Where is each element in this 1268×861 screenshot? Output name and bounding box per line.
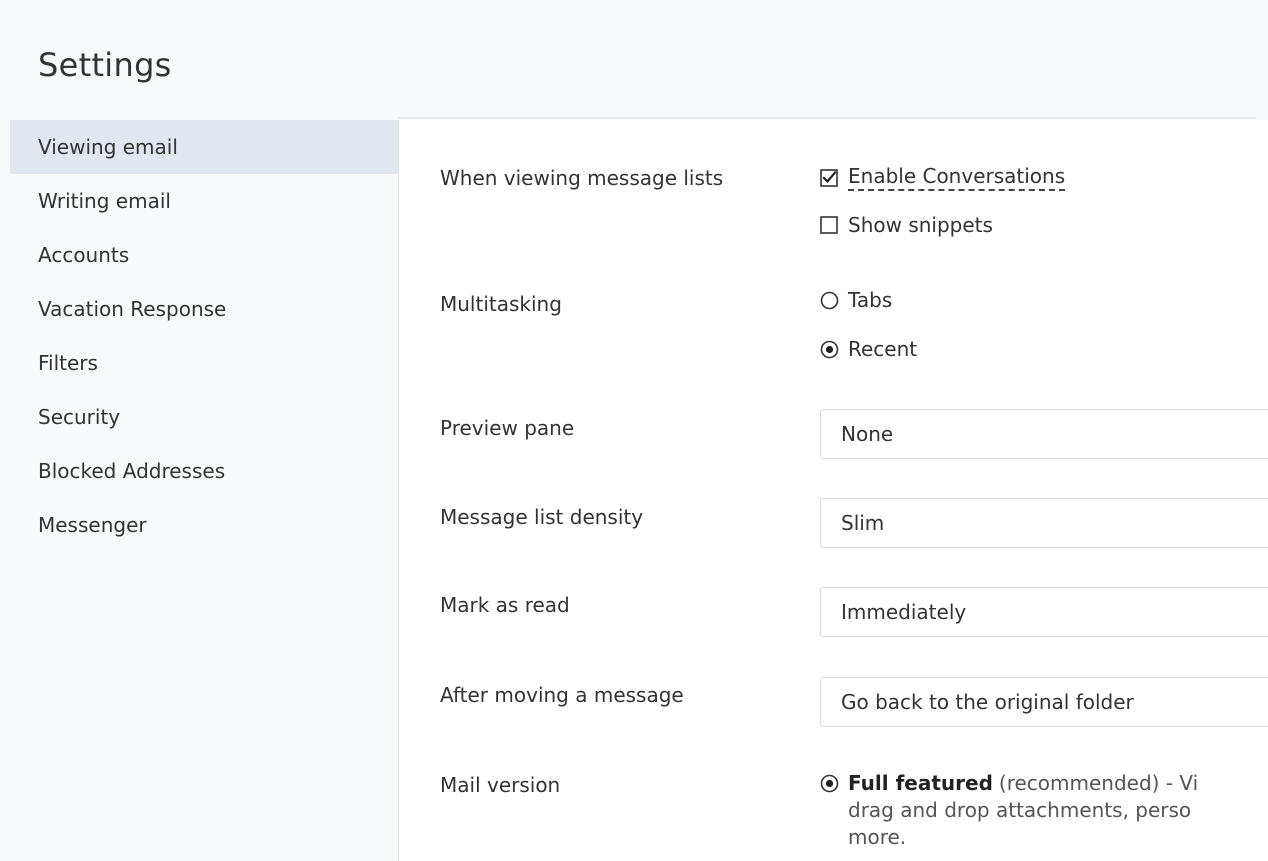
- after-moving-label: After moving a message: [440, 683, 684, 707]
- full-featured-description-line3: more.: [848, 825, 907, 849]
- sidebar-item-viewing-email[interactable]: Viewing email: [10, 120, 398, 174]
- full-featured-radio[interactable]: Full featured (recommended) - Vi: [820, 770, 1268, 797]
- settings-header: [0, 0, 1268, 120]
- checkbox-empty-icon: [820, 216, 838, 234]
- settings-content: When viewing message lists Enable Conver…: [399, 120, 1268, 861]
- full-featured-description-line2: drag and drop attachments, perso: [848, 798, 1192, 822]
- mail-version-label: Mail version: [440, 773, 561, 797]
- radio-selected-icon: [820, 774, 839, 793]
- radio-selected-icon: [820, 340, 839, 359]
- sidebar-item-security[interactable]: Security: [10, 390, 398, 444]
- sidebar-item-messenger[interactable]: Messenger: [10, 498, 398, 552]
- density-label: Message list density: [440, 505, 644, 529]
- show-snippets-checkbox[interactable]: Show snippets: [820, 213, 993, 237]
- mark-as-read-label: Mark as read: [440, 593, 570, 617]
- sidebar-item-filters[interactable]: Filters: [10, 336, 398, 390]
- sidebar-item-vacation-response[interactable]: Vacation Response: [10, 282, 398, 336]
- mark-as-read-select[interactable]: Immediately: [820, 587, 1268, 637]
- tabs-radio[interactable]: Tabs: [820, 288, 892, 312]
- preview-pane-select[interactable]: None: [820, 409, 1268, 459]
- page-title: Settings: [38, 46, 172, 84]
- enable-conversations-label: Enable Conversations: [848, 164, 1066, 191]
- density-select[interactable]: Slim: [820, 498, 1268, 548]
- sidebar-item-accounts[interactable]: Accounts: [10, 228, 398, 282]
- mail-version-options: Full featured (recommended) - Vi drag an…: [820, 770, 1268, 851]
- show-snippets-label: Show snippets: [848, 213, 993, 237]
- after-moving-select[interactable]: Go back to the original folder: [820, 677, 1268, 727]
- header-divider: [398, 117, 1256, 119]
- multitasking-label: Multitasking: [440, 292, 562, 316]
- tabs-label: Tabs: [848, 288, 893, 312]
- sidebar-item-blocked-addresses[interactable]: Blocked Addresses: [10, 444, 398, 498]
- settings-sidebar: Viewing email Writing email Accounts Vac…: [0, 120, 399, 861]
- message-lists-label: When viewing message lists: [440, 166, 724, 190]
- preview-pane-label: Preview pane: [440, 416, 575, 440]
- radio-empty-icon: [820, 291, 839, 310]
- full-featured-label: Full featured: [848, 771, 993, 795]
- full-featured-description: (recommended) - Vi: [998, 771, 1199, 795]
- enable-conversations-checkbox[interactable]: Enable Conversations: [820, 164, 1066, 191]
- checkbox-checked-icon: [820, 168, 838, 187]
- recent-radio[interactable]: Recent: [820, 337, 917, 361]
- sidebar-item-writing-email[interactable]: Writing email: [10, 174, 398, 228]
- recent-label: Recent: [848, 337, 918, 361]
